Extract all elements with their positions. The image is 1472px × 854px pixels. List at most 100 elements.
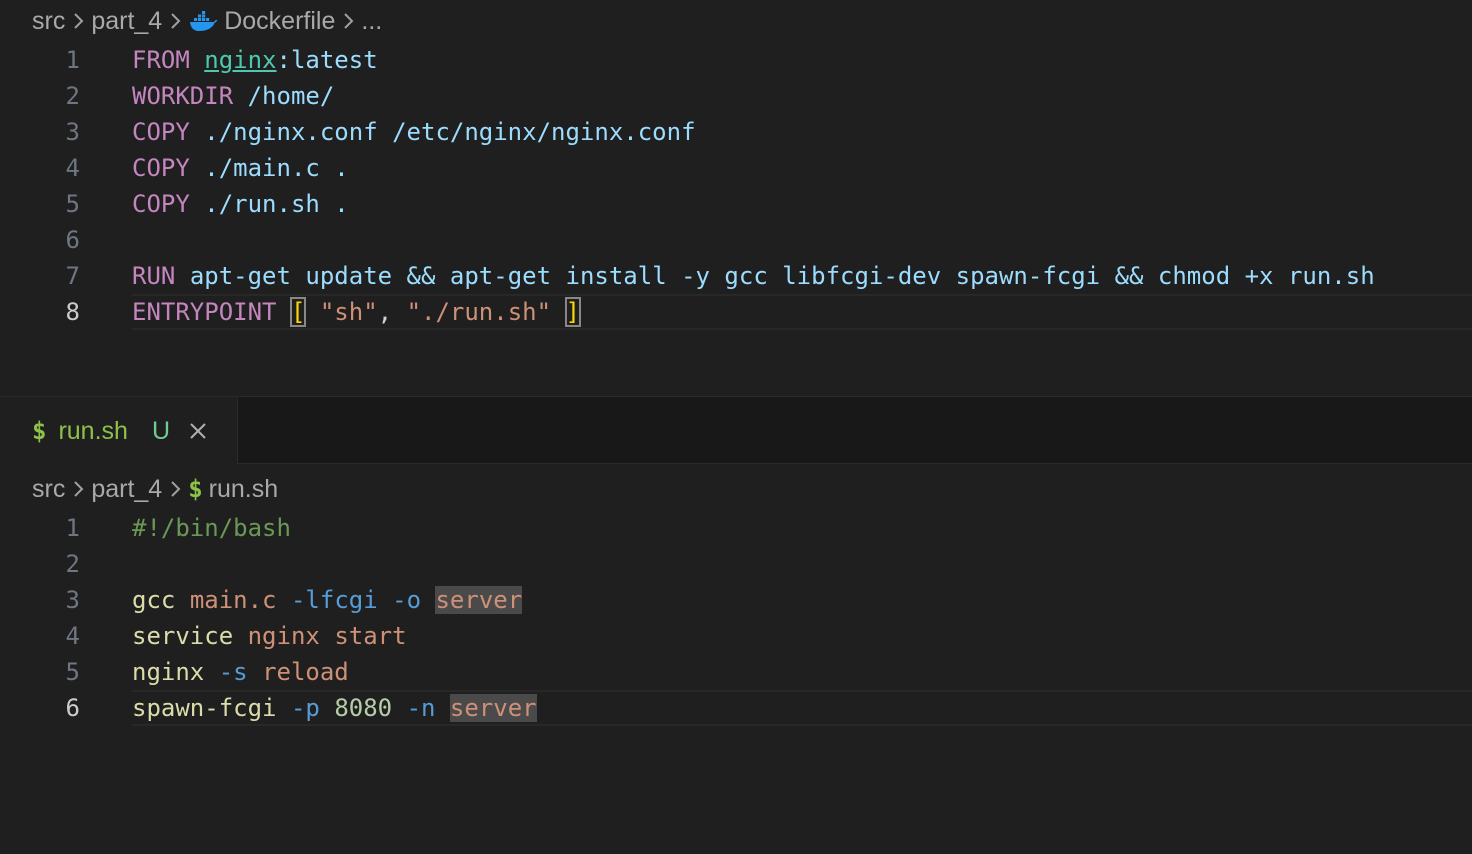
code-token: -lfcgi <box>290 586 378 614</box>
code-token: ./run.sh . <box>204 190 349 218</box>
code-text: gcc main.c -lfcgi -o server <box>132 582 523 618</box>
chevron-right-icon <box>341 10 355 32</box>
chevron-right-icon <box>71 478 85 500</box>
code-line[interactable]: 2 WORKDIR /home/ <box>0 78 1472 114</box>
code-line[interactable]: 8 ENTRYPOINT [ "sh", "./run.sh" ] <box>0 294 1472 330</box>
line-number: 5 <box>65 190 80 218</box>
line-number: 3 <box>65 118 80 146</box>
code-token: WORKDIR <box>132 82 234 110</box>
tab-label: run.sh <box>58 416 128 445</box>
code-token: #!/bin/bash <box>132 514 291 542</box>
close-icon[interactable] <box>188 421 208 441</box>
code-token: nginx <box>132 658 205 686</box>
code-line[interactable]: 1 FROM nginx:latest <box>0 42 1472 78</box>
code-text: nginx -s reload <box>132 654 349 690</box>
code-editor[interactable]: 1 #!/bin/bash 2 3 gcc main.c -lfcgi -o serve… <box>0 510 1472 726</box>
breadcrumb: src part_4 $ run.sh <box>32 471 278 507</box>
untracked-badge: U <box>151 416 170 445</box>
breadcrumb-item-dockerfile[interactable]: Dockerfile <box>224 7 335 36</box>
dockerfile-editor-pane: src part_4 Dockerfile ... 1 FROM nginx:la… <box>0 0 1472 396</box>
code-line[interactable]: 3 gcc main.c -lfcgi -o server <box>0 582 1472 618</box>
code-text: WORKDIR /home/ <box>132 78 334 114</box>
shell-file-icon: $ <box>32 417 47 445</box>
code-line[interactable]: 6 spawn-fcgi -p 8080 -n server <box>0 690 1472 726</box>
code-token: server <box>449 694 537 722</box>
breadcrumb-item-run-sh[interactable]: run.sh <box>209 475 278 504</box>
code-line[interactable]: 1 #!/bin/bash <box>0 510 1472 546</box>
chevron-right-icon <box>168 10 182 32</box>
chevron-right-icon <box>168 478 182 500</box>
code-token: FROM <box>132 46 190 74</box>
code-text: COPY ./nginx.conf /etc/nginx/nginx.conf <box>132 114 696 150</box>
code-line[interactable]: 5 COPY ./run.sh . <box>0 186 1472 222</box>
code-token: nginx <box>204 46 277 74</box>
code-text: COPY ./run.sh . <box>132 186 349 222</box>
code-token: ENTRYPOINT <box>132 298 277 326</box>
line-number: 8 <box>65 298 80 326</box>
code-line[interactable]: 2 <box>0 546 1472 582</box>
shell-file-icon: $ <box>188 475 203 503</box>
code-line[interactable]: 7 RUN apt-get update && apt-get install -… <box>0 258 1472 294</box>
line-number: 1 <box>65 514 80 542</box>
code-token: -s <box>218 658 248 686</box>
code-text: spawn-fcgi -p 8080 -n server <box>132 690 537 726</box>
code-token: reload <box>262 658 349 686</box>
code-editor[interactable]: 1 FROM nginx:latest 2 WORKDIR /home/3 COPY .… <box>0 42 1472 330</box>
line-number: 1 <box>65 46 80 74</box>
code-token: 8080 <box>334 694 393 722</box>
code-line[interactable]: 3 COPY ./nginx.conf /etc/nginx/nginx.conf <box>0 114 1472 150</box>
breadcrumb-item-part-4[interactable]: part_4 <box>91 7 162 36</box>
code-token: -n <box>406 694 436 722</box>
breadcrumb-item-src[interactable]: src <box>32 475 65 504</box>
code-token: COPY <box>132 190 190 218</box>
code-text: COPY ./main.c . <box>132 150 349 186</box>
line-number: 3 <box>65 586 80 614</box>
code-token: ] <box>564 297 582 327</box>
line-number: 2 <box>65 82 80 110</box>
code-line[interactable]: 5 nginx -s reload <box>0 654 1472 690</box>
line-number: 5 <box>65 658 80 686</box>
code-token: , <box>377 298 407 326</box>
breadcrumb-item-part-4[interactable]: part_4 <box>91 475 162 504</box>
code-token: RUN <box>132 262 176 290</box>
code-token: spawn-fcgi <box>132 694 277 722</box>
code-token: ./nginx.conf /etc/nginx/nginx.conf <box>204 118 696 146</box>
code-token: service <box>132 622 234 650</box>
breadcrumb-item-src[interactable]: src <box>32 7 65 36</box>
code-line[interactable]: 4 service nginx start <box>0 618 1472 654</box>
line-number: 2 <box>65 550 80 578</box>
code-token: start <box>334 622 407 650</box>
docker-icon <box>188 10 218 32</box>
code-token: -p <box>290 694 320 722</box>
code-token: COPY <box>132 154 190 182</box>
line-number: 6 <box>65 226 80 254</box>
code-line[interactable]: 4 COPY ./main.c . <box>0 150 1472 186</box>
line-number: 4 <box>65 622 80 650</box>
breadcrumb-item-ellipsis[interactable]: ... <box>361 7 382 36</box>
tab-run-sh[interactable]: $ run.sh U <box>0 397 238 465</box>
code-line[interactable]: 6 <box>0 222 1472 258</box>
tab-bar: $ run.sh U <box>0 396 1472 465</box>
code-token: main.c <box>189 586 277 614</box>
code-token: apt-get update && apt-get install -y gcc… <box>189 262 1375 290</box>
code-text: service nginx start <box>132 618 407 654</box>
code-token: "./run.sh" <box>406 298 552 326</box>
breadcrumb: src part_4 Dockerfile ... <box>32 3 382 39</box>
